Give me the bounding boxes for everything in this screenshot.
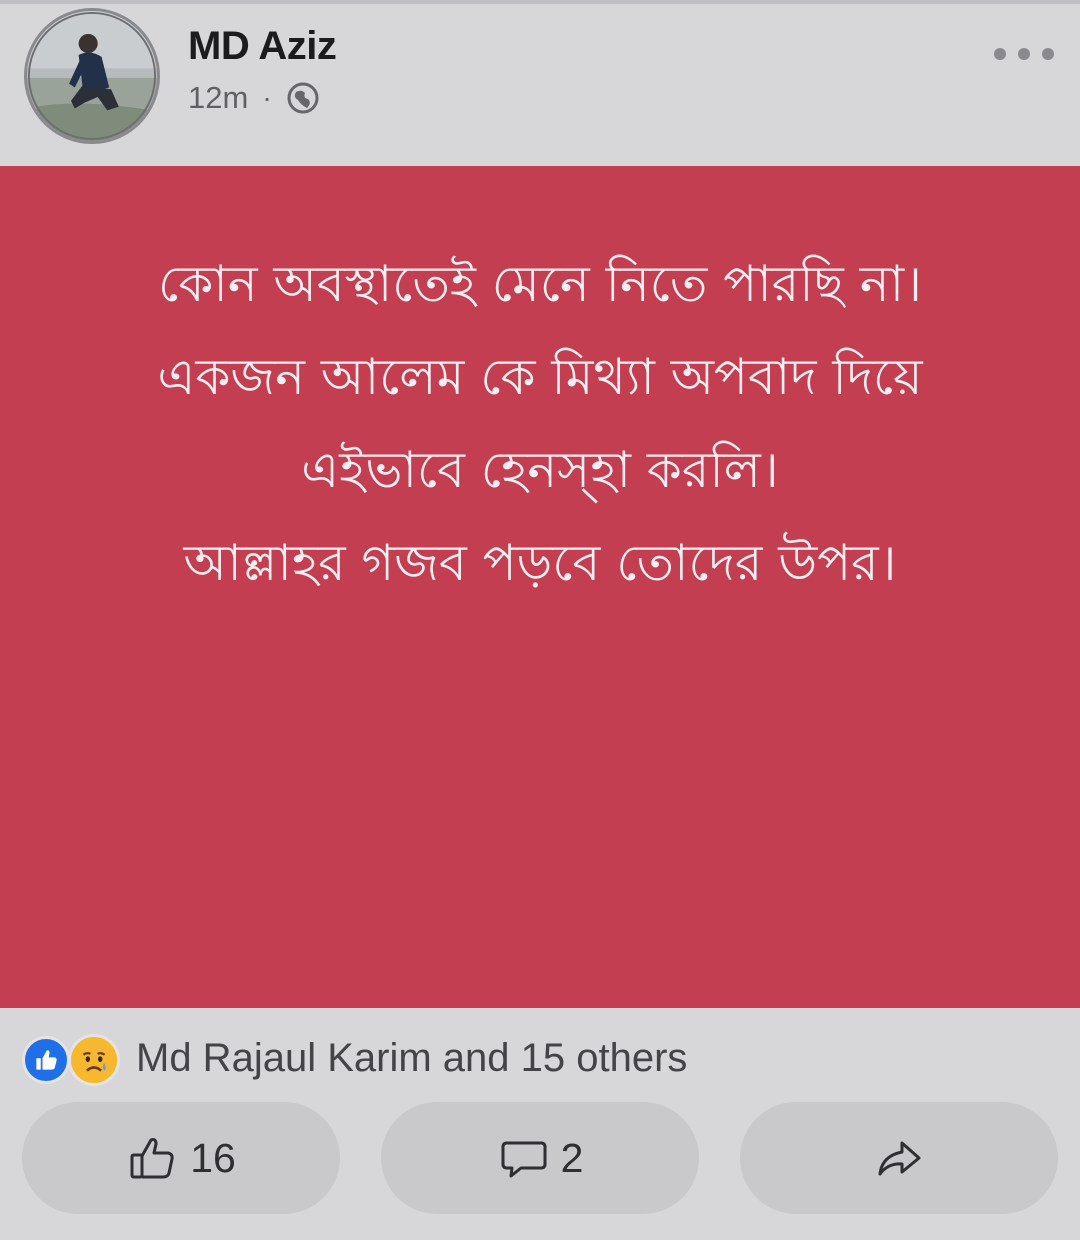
reactions-summary-text[interactable]: Md Rajaul Karim and 15 others	[136, 1036, 687, 1081]
reactions-summary[interactable]: Md Rajaul Karim and 15 others	[0, 1008, 1080, 1102]
sad-reaction-icon	[68, 1034, 120, 1086]
share-icon	[878, 1141, 921, 1176]
share-button[interactable]	[740, 1102, 1058, 1214]
meta-separator: ·	[262, 82, 272, 113]
more-dots-icon	[1042, 48, 1054, 60]
like-button[interactable]: 16	[22, 1102, 340, 1214]
post-text: কোন অবস্থাতেই মেনে নিতে পারছি না। একজন আ…	[0, 238, 1080, 610]
more-options-button[interactable]	[994, 34, 1054, 74]
like-reaction-icon	[22, 1036, 70, 1084]
post-card: MD Aziz 12m · কোন অবস্থাতেই মেনে নিতে পা…	[0, 0, 1080, 1240]
avatar-photo	[27, 11, 157, 141]
post-text-line-3: এইভাবে হেনস্হা করলি।	[301, 441, 779, 499]
post-text-line-4: আল্লাহর গজব পড়বে তোদের উপর।	[183, 534, 897, 592]
more-dots-icon	[994, 48, 1006, 60]
comment-count: 2	[560, 1134, 584, 1181]
post-text-line-1: কোন অবস্থাতেই মেনে নিতে পারছি না।	[158, 255, 922, 313]
comment-button[interactable]: 2	[381, 1102, 699, 1214]
comment-icon	[501, 1141, 547, 1178]
post-text-line-2: একজন আলেম কে মিথ্যা অপবাদ দিয়ে	[157, 348, 923, 406]
more-dots-icon	[1018, 48, 1030, 60]
avatar[interactable]	[24, 8, 160, 144]
post-time[interactable]: 12m	[188, 80, 248, 116]
globe-icon	[287, 82, 319, 114]
like-count: 16	[190, 1134, 236, 1181]
author-name[interactable]: MD Aziz	[188, 24, 337, 69]
thumbs-up-icon	[130, 1138, 174, 1179]
post-meta: 12m ·	[188, 78, 320, 118]
post-header: MD Aziz 12m ·	[0, 4, 1080, 166]
